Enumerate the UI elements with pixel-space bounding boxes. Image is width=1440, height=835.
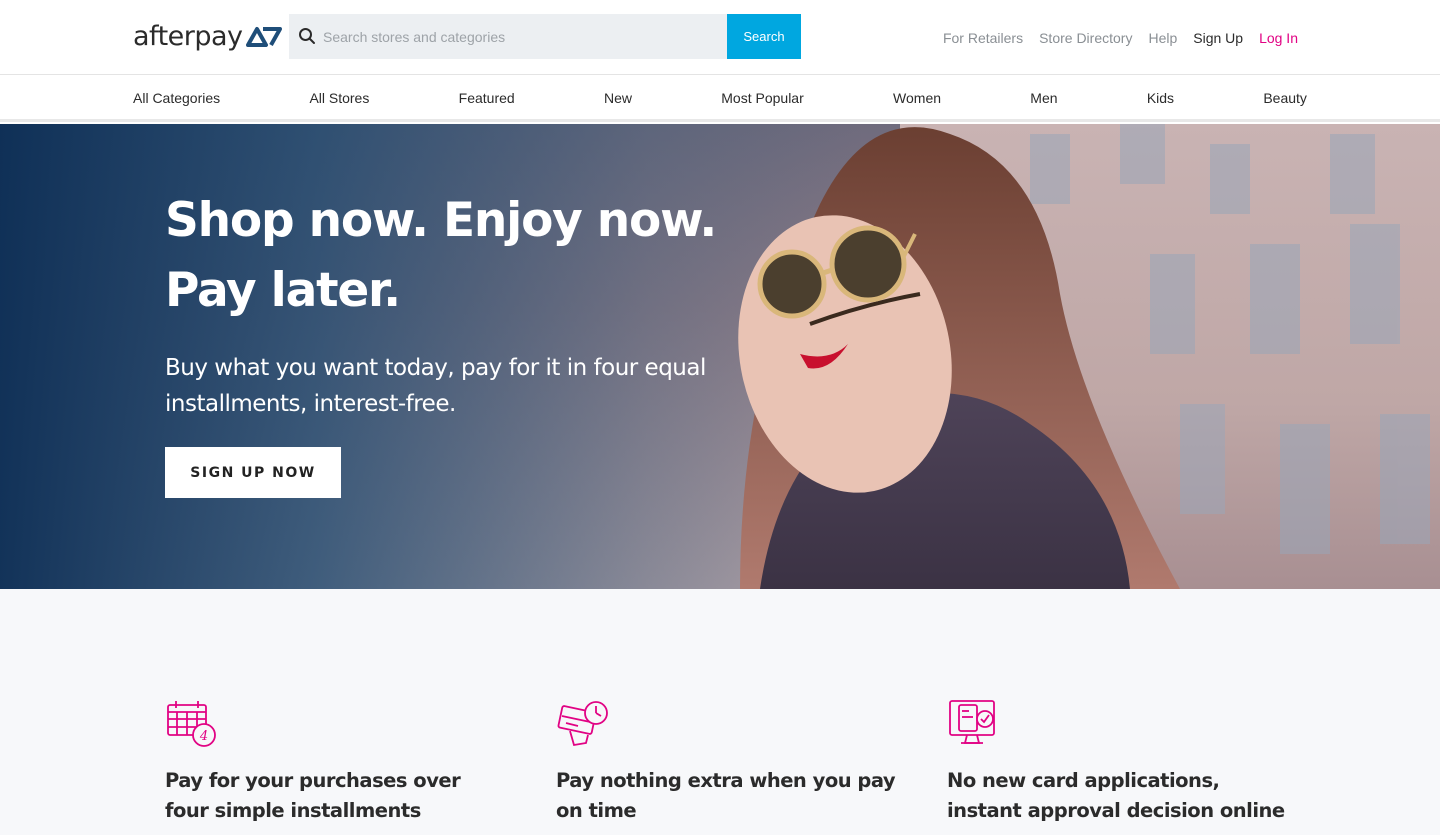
approval-device-icon [949,700,995,744]
feature-instant-approval: No new card applications, instant approv… [947,697,1287,826]
sign-up-now-button[interactable]: SIGN UP NOW [165,447,341,498]
logo-wordmark: afterpay [133,20,243,52]
category-kids[interactable]: Kids [1147,90,1174,106]
logo-arrows-icon [245,27,282,47]
category-most-popular[interactable]: Most Popular [721,90,803,106]
category-women[interactable]: Women [893,90,941,106]
category-featured[interactable]: Featured [459,90,515,106]
sign-up-link[interactable]: Sign Up [1193,30,1243,46]
calendar-badge-number: 4 [199,729,208,744]
feature-no-extra-cost: Pay nothing extra when you pay on time [556,697,896,826]
afterpay-logo[interactable]: afterpay [133,18,283,54]
feature-instant-approval-title: No new card applications, instant approv… [947,769,1285,822]
hero-content: Shop now. Enjoy now. Pay later. Buy what… [165,186,785,498]
category-all-stores[interactable]: All Stores [309,90,369,106]
top-header: afterpay Search For Retailers Store Dire… [0,0,1440,75]
hero-title-line-2: Pay later. [165,263,401,318]
hero-title-line-1: Shop now. Enjoy now. [165,193,717,248]
feature-no-extra-cost-title: Pay nothing extra when you pay on time [556,769,896,822]
search-bar: Search [289,14,801,59]
hero-subtitle: Buy what you want today, pay for it in f… [165,355,706,417]
search-input[interactable] [289,14,727,59]
search-field-container [289,14,727,59]
search-button[interactable]: Search [727,14,801,59]
category-all-categories[interactable]: All Categories [133,90,220,106]
search-icon [299,28,315,44]
hero-banner: Shop now. Enjoy now. Pay later. Buy what… [0,124,1440,589]
hero-title: Shop now. Enjoy now. Pay later. [165,186,785,326]
help-link[interactable]: Help [1148,30,1177,46]
category-beauty[interactable]: Beauty [1263,90,1307,106]
category-nav: All Categories All Stores Featured New M… [0,76,1440,122]
category-men[interactable]: Men [1030,90,1057,106]
feature-installments: 4 Pay for your purchases over four simpl… [165,697,505,826]
store-directory-link[interactable]: Store Directory [1039,30,1132,46]
top-nav-links: For Retailers Store Directory Help Sign … [927,0,1298,75]
feature-installments-title: Pay for your purchases over four simple … [165,769,461,822]
credit-card-clock-icon [557,701,608,747]
log-in-link[interactable]: Log In [1259,30,1298,46]
calendar-icon: 4 [167,701,216,747]
features-section: 4 Pay for your purchases over four simpl… [0,589,1440,835]
for-retailers-link[interactable]: For Retailers [943,30,1023,46]
category-new[interactable]: New [604,90,632,106]
